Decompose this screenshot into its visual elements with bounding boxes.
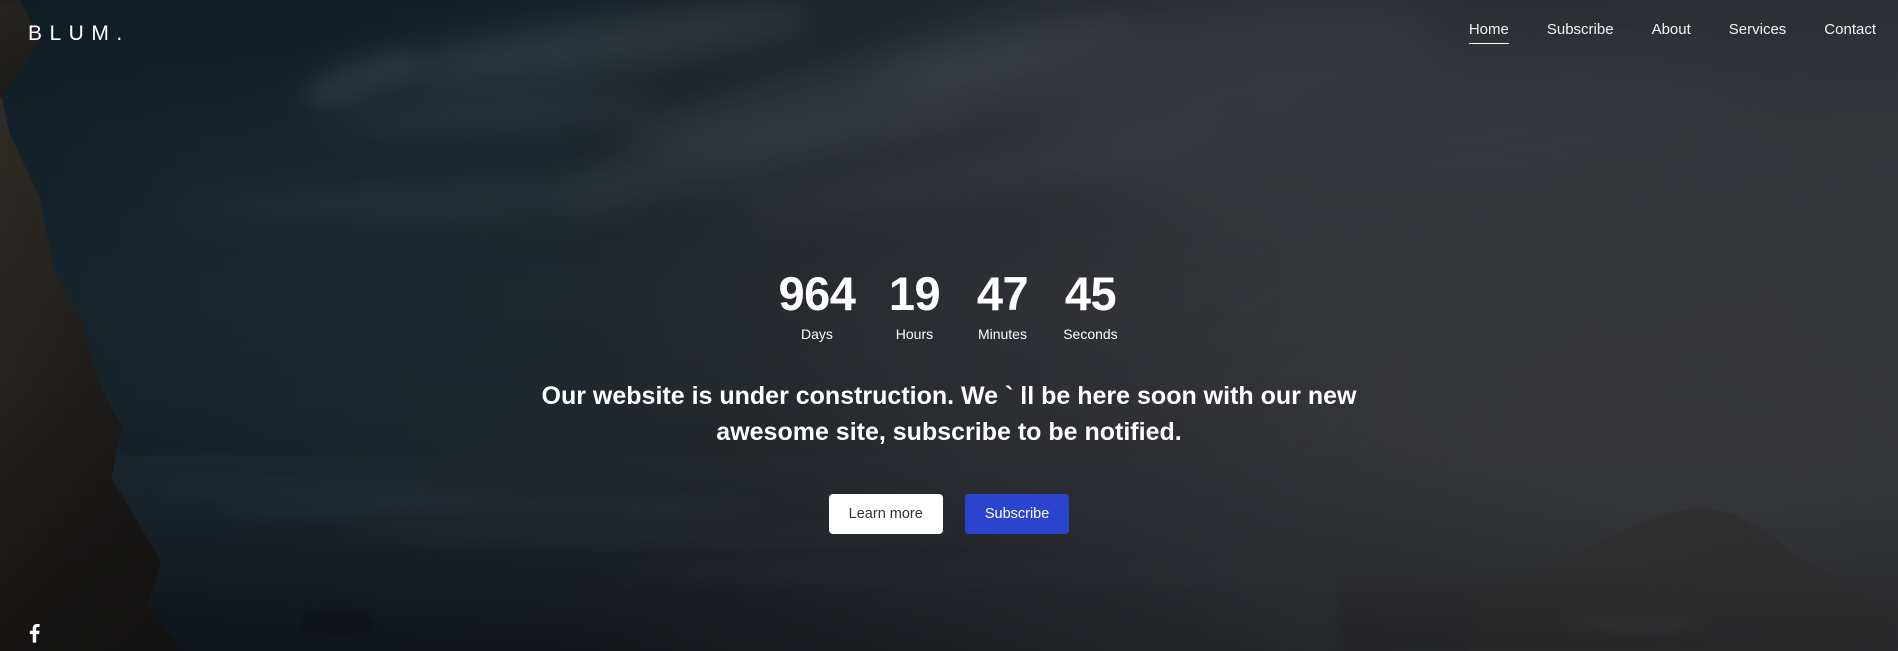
hero-content: 964 Days 19 Hours 47 Minutes 45 Seconds … (0, 0, 1898, 651)
facebook-icon (29, 623, 40, 643)
nav-item-services[interactable]: Services (1729, 22, 1787, 44)
nav-item-about[interactable]: About (1652, 22, 1691, 44)
facebook-link[interactable] (24, 623, 44, 643)
learn-more-button[interactable]: Learn more (828, 493, 943, 535)
countdown-unit-seconds: 45 Seconds (1061, 270, 1119, 341)
countdown-timer: 964 Days 19 Hours 47 Minutes 45 Seconds (779, 270, 1120, 341)
navbar: BLUM. Home Subscribe About Services Cont… (0, 0, 1898, 66)
countdown-unit-minutes: 47 Minutes (973, 270, 1031, 341)
countdown-seconds-label: Seconds (1063, 325, 1118, 342)
subscribe-button[interactable]: Subscribe (964, 493, 1070, 535)
countdown-unit-days: 964 Days (779, 270, 856, 341)
hero-section: BLUM. Home Subscribe About Services Cont… (0, 0, 1898, 651)
countdown-days-label: Days (801, 325, 833, 342)
countdown-hours-label: Hours (895, 325, 934, 342)
main-navigation: Home Subscribe About Services Contact (1468, 22, 1876, 44)
nav-item-contact[interactable]: Contact (1824, 22, 1876, 44)
nav-item-home[interactable]: Home (1468, 22, 1509, 44)
countdown-minutes-label: Minutes (977, 325, 1027, 342)
hero-actions: Learn more Subscribe (828, 493, 1070, 535)
countdown-minutes-value: 47 (976, 267, 1029, 320)
countdown-hours-value: 19 (888, 267, 941, 320)
nav-item-subscribe[interactable]: Subscribe (1547, 22, 1614, 44)
countdown-unit-hours: 19 Hours (885, 270, 943, 341)
social-links (24, 623, 44, 643)
site-logo[interactable]: BLUM. (28, 23, 130, 44)
hero-headline: Our website is under construction. We ` … (541, 381, 1357, 446)
countdown-days-value: 964 (778, 267, 856, 320)
countdown-seconds-value: 45 (1064, 267, 1117, 320)
